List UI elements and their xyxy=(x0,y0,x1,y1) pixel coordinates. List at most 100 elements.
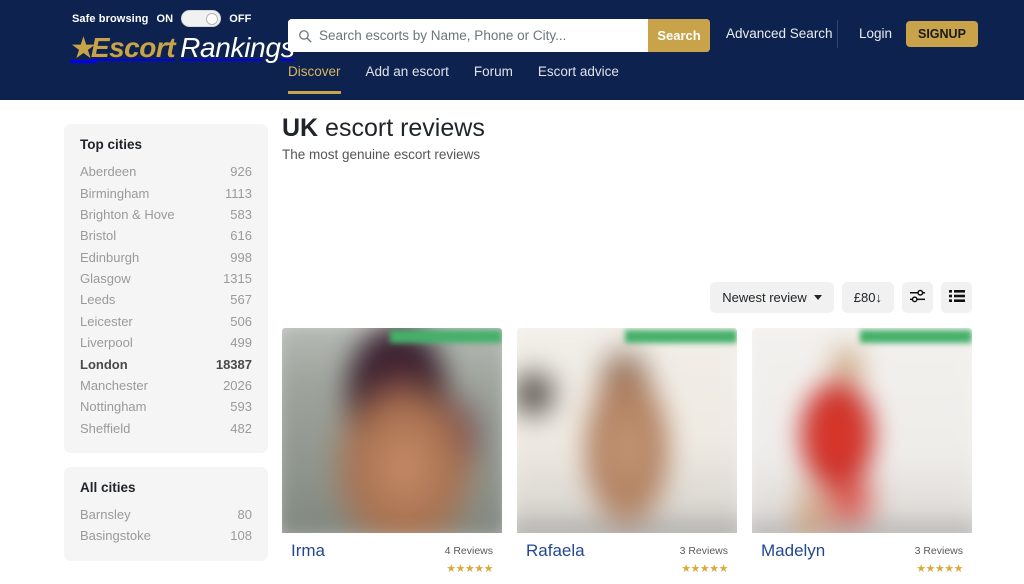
top-cities-list: Aberdeen 926 Birmingham 1113 Brighton & … xyxy=(80,161,252,439)
star-rating: ★★★★★ xyxy=(681,563,728,575)
city-count: 593 xyxy=(230,399,252,415)
safe-browsing-off-label: OFF xyxy=(229,12,252,25)
sidebar-city-sheffield[interactable]: Sheffield 482 xyxy=(80,418,252,439)
sidebar-city-edinburgh[interactable]: Edinburgh 998 xyxy=(80,247,252,268)
city-count: 482 xyxy=(230,420,252,436)
verified-badge xyxy=(860,330,972,343)
star-rating: ★★★★★ xyxy=(446,563,493,575)
city-name: Leeds xyxy=(80,292,116,308)
city-name: Birmingham xyxy=(80,185,150,201)
escort-name-link[interactable]: Irma xyxy=(291,541,325,561)
sidebar-city-glasgow[interactable]: Glasgow 1315 xyxy=(80,268,252,289)
city-count: 926 xyxy=(230,164,252,180)
review-card-body: Irma 4 Reviews ★★★★★ London escorts Nov … xyxy=(282,533,502,584)
search-field xyxy=(288,19,648,52)
top-navbar: Safe browsing ON OFF ★ Escort Rankings S… xyxy=(0,0,1024,100)
review-card-header: Madelyn 3 Reviews ★★★★★ xyxy=(761,541,963,577)
list-view-button[interactable] xyxy=(941,282,972,313)
page-subtitle: The most genuine escort reviews xyxy=(282,147,481,162)
filters-button[interactable] xyxy=(902,282,933,313)
sidebar-city-manchester[interactable]: Manchester 2026 xyxy=(80,375,252,396)
city-count: 616 xyxy=(230,228,252,244)
nav-item-discover[interactable]: Discover xyxy=(288,64,341,94)
city-name: Bristol xyxy=(80,228,117,244)
escort-photo[interactable] xyxy=(282,328,502,533)
review-card[interactable]: Madelyn 3 Reviews ★★★★★ London escorts N… xyxy=(752,328,972,584)
reviews-count: 3 Reviews xyxy=(914,545,963,557)
city-name: Nottingham xyxy=(80,399,147,415)
city-count: 1315 xyxy=(223,271,252,287)
sidebar-city-bristol[interactable]: Bristol 616 xyxy=(80,225,252,246)
sidebar-city-nottingham[interactable]: Nottingham 593 xyxy=(80,396,252,417)
safe-browsing-control: Safe browsing ON OFF xyxy=(72,10,251,27)
city-name: Sheffield xyxy=(80,420,131,436)
photo-blurred xyxy=(752,328,972,533)
price-sort-button[interactable]: £80↓ xyxy=(841,282,894,313)
site-logo[interactable]: ★ Escort Rankings xyxy=(70,32,295,64)
main-content: UK escort reviews The most genuine escor… xyxy=(282,114,972,584)
escort-photo[interactable] xyxy=(517,328,737,533)
safe-browsing-on-label: ON xyxy=(156,12,174,25)
search-icon xyxy=(298,29,312,43)
sidebar-city-brighton-and-hove[interactable]: Brighton & Hove 583 xyxy=(80,204,252,225)
city-name: Glasgow xyxy=(80,271,131,287)
search-button[interactable]: Search xyxy=(648,19,710,52)
nav-item-forum[interactable]: Forum xyxy=(474,64,513,91)
escort-photo[interactable] xyxy=(752,328,972,533)
city-count: 567 xyxy=(230,292,252,308)
sidebar-city-leicester[interactable]: Leicester 506 xyxy=(80,311,252,332)
city-name: Manchester xyxy=(80,377,148,393)
sidebar-city-leeds[interactable]: Leeds 567 xyxy=(80,289,252,310)
review-card[interactable]: Rafaela 3 Reviews ★★★★★ London escorts N… xyxy=(517,328,737,584)
safe-browsing-label: Safe browsing xyxy=(72,12,149,25)
review-card-body: Rafaela 3 Reviews ★★★★★ London escorts N… xyxy=(517,533,737,584)
verified-badge xyxy=(625,330,737,343)
top-cities-title: Top cities xyxy=(80,137,143,152)
page-title-bold: UK xyxy=(282,114,319,142)
logo-text-secondary: Rankings xyxy=(180,32,295,63)
search-input[interactable] xyxy=(319,28,638,43)
page-body: Top cities Aberdeen 926 Birmingham 1113 … xyxy=(0,100,1024,584)
city-count: 80 xyxy=(237,507,252,523)
logo-text-primary: Escort xyxy=(90,32,176,63)
escort-name-link[interactable]: Rafaela xyxy=(526,541,585,561)
rating-block: 3 Reviews ★★★★★ xyxy=(914,541,964,577)
nav-item-add-an-escort[interactable]: Add an escort xyxy=(366,64,449,91)
city-name: Liverpool xyxy=(80,335,133,351)
safe-browsing-toggle[interactable] xyxy=(181,10,222,27)
search-bar: Search xyxy=(288,19,710,52)
top-cities-panel: Top cities Aberdeen 926 Birmingham 1113 … xyxy=(64,124,268,453)
advanced-search-link[interactable]: Advanced Search xyxy=(726,26,833,41)
reviews-count: 4 Reviews xyxy=(444,545,493,557)
nav-item-escort-advice[interactable]: Escort advice xyxy=(538,64,619,91)
city-count: 18387 xyxy=(215,356,252,372)
city-count: 2026 xyxy=(223,377,252,393)
city-name: Barnsley xyxy=(80,507,131,523)
chevron-down-icon xyxy=(813,295,822,300)
toggle-knob xyxy=(206,12,219,25)
price-sort-label: £80↓ xyxy=(853,290,882,305)
all-cities-panel: All cities Barnsley 80 Basingstoke 108 xyxy=(64,466,268,561)
reviews-count: 3 Reviews xyxy=(679,545,728,557)
sidebar-city-london[interactable]: London 18387 xyxy=(80,353,252,374)
results-toolbar: Newest review £80↓ xyxy=(710,282,972,313)
city-name: Leicester xyxy=(80,313,133,329)
review-card-header: Rafaela 3 Reviews ★★★★★ xyxy=(526,541,728,577)
city-count: 499 xyxy=(230,335,252,351)
sidebar-city-barnsley[interactable]: Barnsley 80 xyxy=(80,504,252,525)
sidebar-city-basingstoke[interactable]: Basingstoke 108 xyxy=(80,525,252,546)
signup-button[interactable]: SIGNUP xyxy=(906,21,978,47)
review-card[interactable]: Irma 4 Reviews ★★★★★ London escorts Nov … xyxy=(282,328,502,584)
review-card-body: Madelyn 3 Reviews ★★★★★ London escorts N… xyxy=(752,533,972,584)
sort-dropdown[interactable]: Newest review xyxy=(710,282,834,313)
login-link[interactable]: Login xyxy=(859,26,892,41)
sidebar-city-birmingham[interactable]: Birmingham 1113 xyxy=(80,182,252,203)
sidebar-city-aberdeen[interactable]: Aberdeen 926 xyxy=(80,161,252,182)
sidebar-city-liverpool[interactable]: Liverpool 499 xyxy=(80,332,252,353)
escort-name-link[interactable]: Madelyn xyxy=(761,541,825,561)
city-name: London xyxy=(80,356,128,372)
review-cards-grid: Irma 4 Reviews ★★★★★ London escorts Nov … xyxy=(282,328,972,584)
list-view-icon xyxy=(948,289,965,306)
rating-block: 3 Reviews ★★★★★ xyxy=(679,541,729,577)
page-title-rest: escort reviews xyxy=(318,114,485,142)
